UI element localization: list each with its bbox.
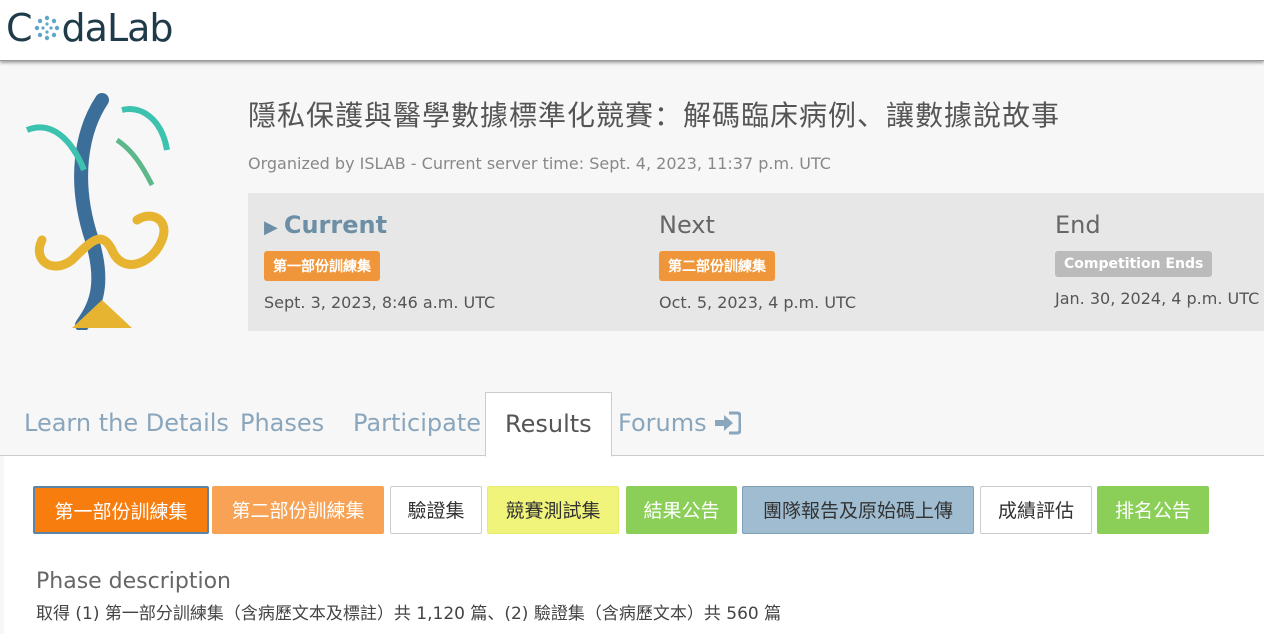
codalab-logo[interactable]: C daLab bbox=[6, 4, 174, 52]
phase-button-1[interactable]: 第一部份訓練集 bbox=[33, 486, 209, 534]
tab-learn-the-details[interactable]: Learn the Details bbox=[24, 392, 229, 454]
next-phase: Next 第二部份訓練集 Oct. 5, 2023, 4 p.m. UTC bbox=[659, 211, 856, 312]
competition-title: 隱私保護與醫學數據標準化競賽：解碼臨床病例、讓數據說故事 bbox=[248, 99, 1061, 132]
next-phase-heading: Next bbox=[659, 211, 715, 239]
phase-button-5[interactable]: 結果公告 bbox=[626, 486, 737, 534]
tab-forums[interactable]: Forums bbox=[618, 392, 742, 454]
end-phase: End Competition Ends Jan. 30, 2024, 4 p.… bbox=[1055, 211, 1259, 308]
tab-phases[interactable]: Phases bbox=[240, 392, 324, 454]
end-phase-date: Jan. 30, 2024, 4 p.m. UTC bbox=[1055, 289, 1260, 308]
current-phase-date: Sept. 3, 2023, 8:46 a.m. UTC bbox=[264, 293, 496, 312]
end-phase-heading: End bbox=[1055, 211, 1101, 239]
phase-description-text: 取得 (1) 第一部分訓練集（含病歷文本及標註）共 1,120 篇、(2) 驗證… bbox=[36, 604, 782, 624]
phase-button-2[interactable]: 第二部份訓練集 bbox=[212, 486, 384, 534]
phase-description-title: Phase description bbox=[36, 569, 232, 594]
logo-suffix: daLab bbox=[61, 6, 174, 50]
tab-results[interactable]: Results bbox=[485, 392, 612, 457]
phase-button-6[interactable]: 團隊報告及原始碼上傳 bbox=[742, 486, 974, 534]
next-phase-badge: 第二部份訓練集 bbox=[659, 251, 775, 281]
logo-prefix: C bbox=[6, 6, 33, 50]
phase-button-7[interactable]: 成績評估 bbox=[980, 486, 1092, 534]
current-phase-label: Current bbox=[283, 211, 388, 239]
current-phase: ▶ Current 第一部份訓練集 Sept. 3, 2023, 8:46 a.m… bbox=[264, 211, 495, 312]
tab-forums-label: Forums bbox=[618, 409, 707, 437]
results-content: 第一部份訓練集 第二部份訓練集 驗證集 競賽測試集 結果公告 團隊報告及原始碼上… bbox=[4, 456, 1264, 634]
phase-summary-panel: ▶ Current 第一部份訓練集 Sept. 3, 2023, 8:46 a.m… bbox=[248, 193, 1264, 331]
phase-button-4[interactable]: 競賽測試集 bbox=[487, 486, 619, 534]
phase-button-3[interactable]: 驗證集 bbox=[390, 486, 482, 534]
current-phase-heading: ▶ Current bbox=[264, 211, 495, 239]
sign-in-icon bbox=[713, 396, 742, 458]
phase-button-8[interactable]: 排名公告 bbox=[1097, 486, 1209, 534]
organizer-and-server-time: Organized by ISLAB - Current server time… bbox=[248, 154, 831, 173]
logo-dots-icon bbox=[33, 14, 61, 42]
end-phase-badge: Competition Ends bbox=[1055, 251, 1213, 277]
next-phase-date: Oct. 5, 2023, 4 p.m. UTC bbox=[659, 293, 857, 312]
competition-logo-image bbox=[12, 90, 182, 332]
current-phase-badge: 第一部份訓練集 bbox=[264, 251, 380, 281]
play-icon: ▶ bbox=[264, 217, 278, 238]
top-navbar: C daLab bbox=[0, 0, 1264, 61]
tab-participate[interactable]: Participate bbox=[353, 392, 481, 454]
